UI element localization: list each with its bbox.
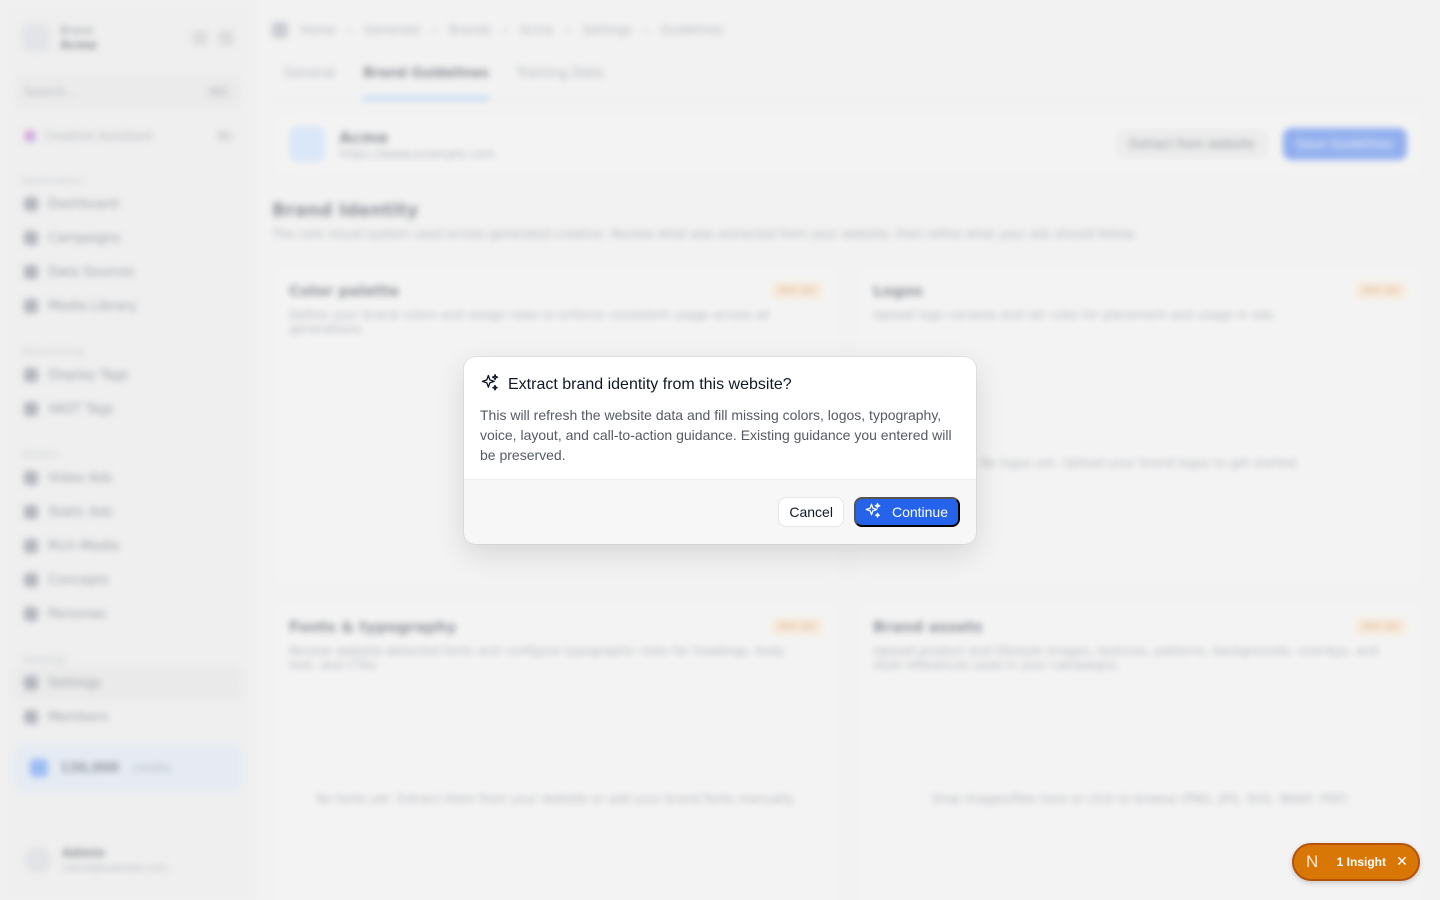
insight-pill[interactable]: N 1 Insight ✕ [1292, 843, 1420, 881]
dialog-title: Extract brand identity from this website… [508, 376, 792, 393]
close-icon[interactable]: ✕ [1396, 854, 1408, 870]
cancel-button[interactable]: Cancel [778, 497, 844, 527]
insight-logo-icon: N [1306, 852, 1319, 871]
insight-label[interactable]: 1 Insight [1332, 855, 1386, 869]
sparkles-icon [864, 502, 882, 523]
continue-button-label: Continue [891, 504, 948, 520]
extract-confirm-dialog: Extract brand identity from this website… [464, 357, 976, 544]
dialog-description: This will refresh the website data and f… [480, 407, 952, 463]
continue-button[interactable]: Continue [853, 497, 960, 527]
dialog-footer: Cancel Continue [464, 479, 976, 544]
sparkles-icon [480, 373, 500, 397]
